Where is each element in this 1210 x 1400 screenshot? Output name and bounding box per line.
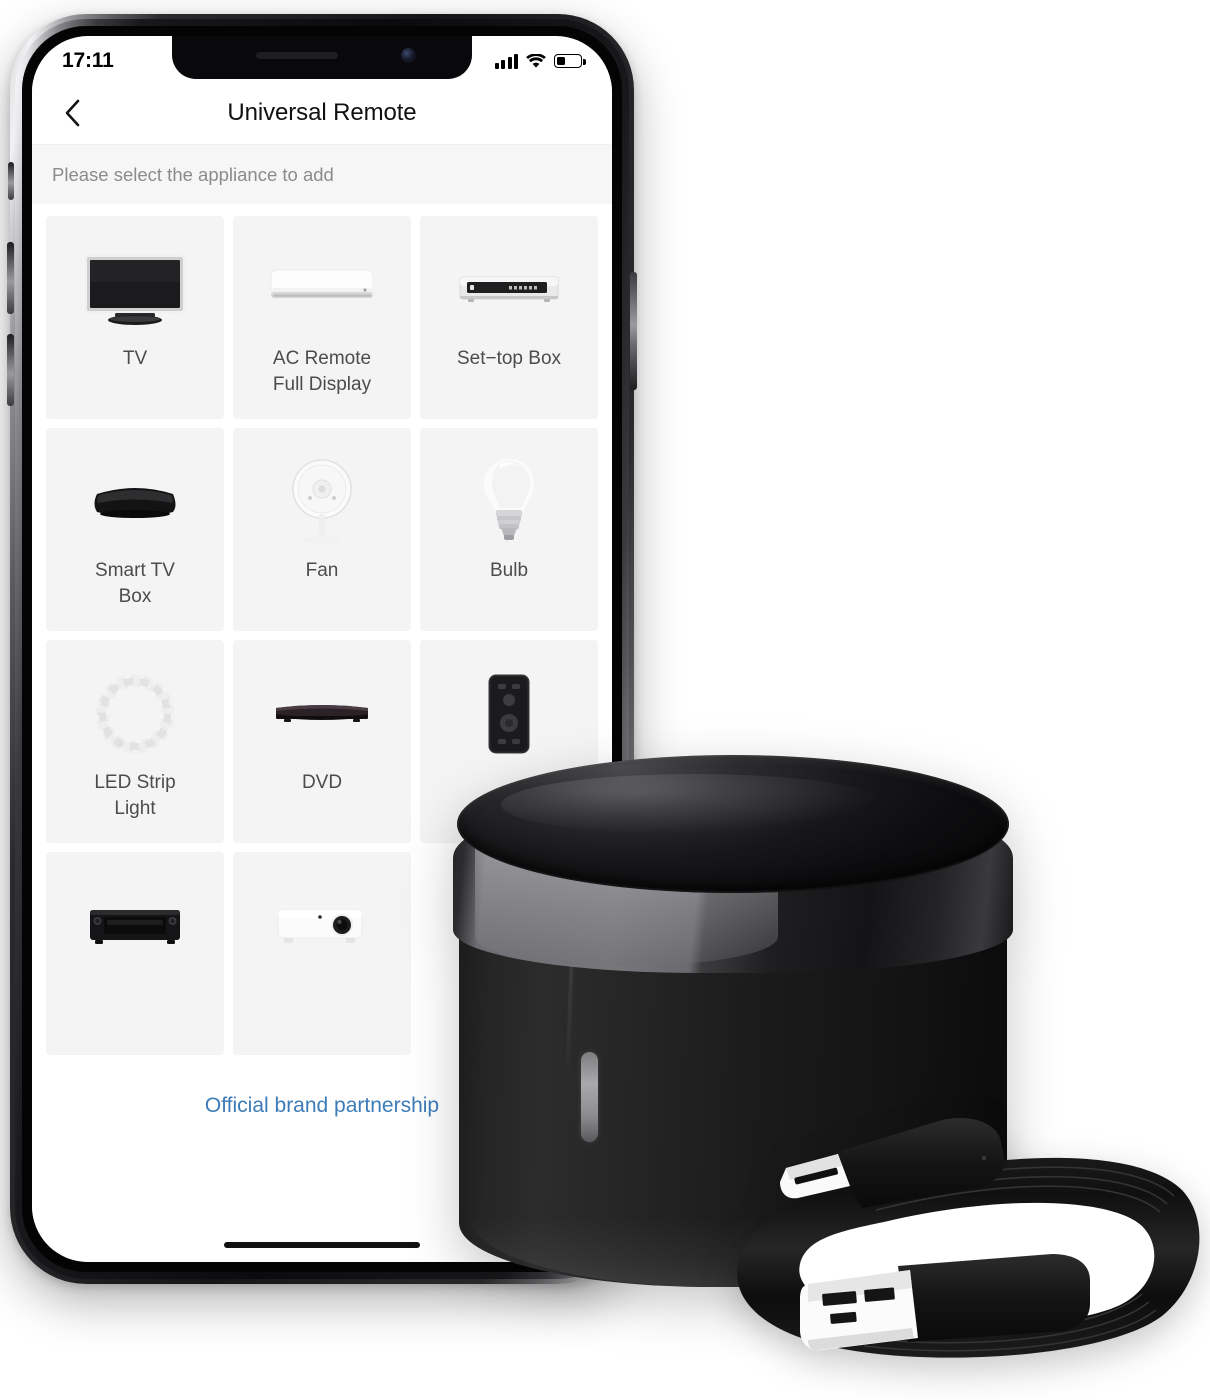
phone-power-button[interactable] [630, 272, 637, 390]
fan-icon [233, 452, 411, 552]
phone-notch [172, 36, 472, 79]
status-indicators [494, 50, 586, 69]
page-title: Universal Remote [227, 99, 417, 126]
appliance-tile-tv[interactable]: TV [46, 216, 224, 419]
air-conditioner-icon [233, 240, 411, 340]
battery-icon [554, 54, 586, 68]
appliance-tile-av-receiver[interactable] [46, 852, 224, 1055]
status-time: 17:11 [62, 49, 114, 72]
wifi-icon [526, 53, 546, 69]
instruction-text: Please select the appliance to add [32, 144, 612, 204]
appliance-tile-smart-tv-box[interactable]: Smart TV Box [46, 428, 224, 631]
appliance-tile-fan[interactable]: Fan [233, 428, 411, 631]
remote-control-icon [420, 664, 598, 764]
appliance-tile-label: AC Remote Full Display [272, 348, 372, 395]
set-top-box-icon [420, 240, 598, 340]
battery-level-fill [556, 56, 566, 66]
appliance-tile-dvd[interactable]: DVD [233, 640, 411, 843]
phone-volume-down-button[interactable] [7, 334, 14, 406]
projector-icon [233, 876, 411, 976]
home-indicator[interactable] [224, 1242, 420, 1248]
led-strip-light-icon [46, 664, 224, 764]
hub-top-rim [457, 755, 1009, 893]
light-bulb-icon [420, 452, 598, 552]
earpiece-speaker-icon [256, 52, 338, 59]
appliance-tile-led-strip-light[interactable]: LED Strip Light [46, 640, 224, 843]
appliance-tile-projector[interactable] [233, 852, 411, 1055]
appliance-tile-bulb[interactable]: Bulb [420, 428, 598, 631]
back-button[interactable] [52, 93, 92, 133]
appliance-tile-label: Fan [305, 560, 339, 581]
appliance-tile-label: Set−top Box [456, 348, 562, 369]
television-icon [46, 240, 224, 340]
appliance-tile-label: Bulb [489, 560, 529, 581]
appliance-tile-label: DVD [301, 772, 343, 793]
appliance-tile-label: TV [122, 348, 148, 369]
hub-led-indicator [581, 1052, 598, 1142]
appliance-tile-label: Smart TV Box [95, 560, 175, 607]
phone-volume-up-button[interactable] [7, 242, 14, 314]
dvd-player-icon [233, 664, 411, 764]
appliance-tile-ac-remote[interactable]: AC Remote Full Display [233, 216, 411, 419]
appliance-tile-set-top-box[interactable]: Set−top Box [420, 216, 598, 419]
usb-cable [712, 1098, 1210, 1398]
hub-top-cap [457, 755, 1009, 893]
app-nav-bar: Universal Remote [32, 82, 612, 144]
av-receiver-icon [46, 876, 224, 976]
chevron-left-icon [65, 99, 80, 127]
appliance-tile-label: LED Strip Light [94, 772, 176, 819]
phone-mute-switch[interactable] [8, 162, 14, 200]
front-camera-icon [401, 48, 416, 63]
cellular-signal-icon [494, 53, 518, 69]
product-scene: 17:11 Universal Remote Please select the… [0, 0, 1210, 1400]
smart-tv-box-icon [46, 452, 224, 552]
